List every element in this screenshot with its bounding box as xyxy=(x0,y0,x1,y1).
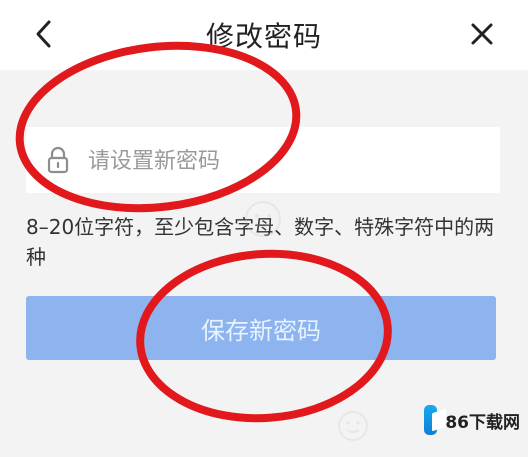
watermark-brand-text: 86下载网 xyxy=(445,412,520,433)
download-site-icon xyxy=(424,405,438,435)
new-password-field xyxy=(26,127,500,193)
lock-icon xyxy=(44,145,72,175)
save-new-password-button[interactable]: 保存新密码 xyxy=(26,296,496,360)
watermark-logo: 86下载网 xyxy=(424,401,520,439)
close-icon xyxy=(471,23,493,45)
password-rule-hint: 8–20位字符，至少包含字母、数字、特殊字符中的两种 xyxy=(26,215,495,269)
close-button[interactable] xyxy=(464,16,500,52)
top-bar: 修改密码 xyxy=(0,0,528,70)
watermark-mascot-icon xyxy=(338,411,368,441)
new-password-input[interactable] xyxy=(86,139,480,183)
page-title: 修改密码 xyxy=(205,20,322,53)
